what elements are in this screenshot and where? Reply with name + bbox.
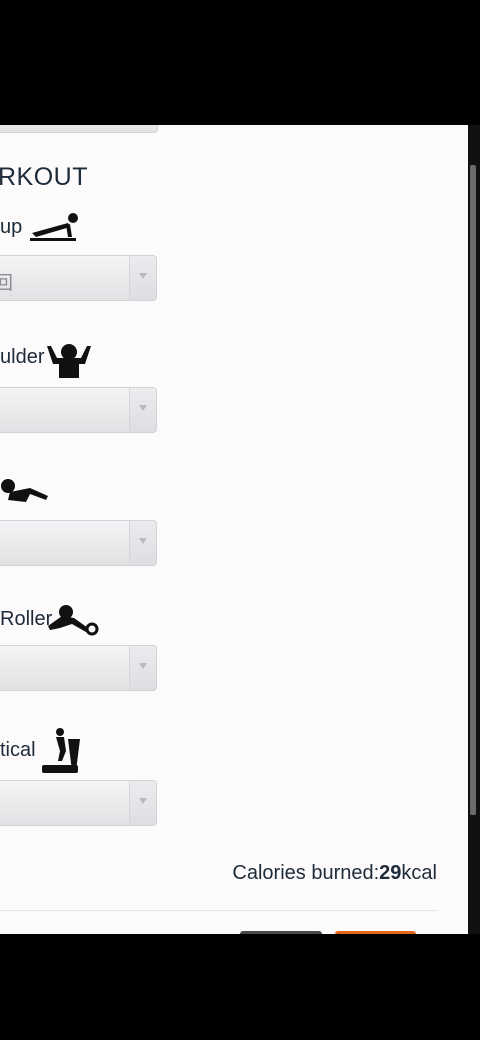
- calories-value: 29: [379, 862, 402, 884]
- chevron-down-icon[interactable]: [129, 388, 156, 432]
- pushup-icon: [30, 213, 78, 241]
- calories-burned: Calories burned:29kcal: [232, 862, 437, 885]
- situp-select[interactable]: [0, 520, 157, 566]
- ab-roller-select[interactable]: [0, 645, 157, 691]
- section-title: RKOUT: [0, 163, 88, 191]
- pushup-select[interactable]: 回: [0, 255, 157, 301]
- workout-panel: RKOUT up 回 ulder Roller tical Calories b…: [0, 125, 468, 934]
- scrollbar-thumb[interactable]: [470, 165, 476, 815]
- previous-select-edge[interactable]: [0, 125, 158, 133]
- calories-label: Calories burned:: [232, 862, 380, 884]
- ab-roller-icon: [48, 605, 99, 636]
- exercise-label-ab-roller: Roller: [0, 608, 53, 630]
- shoulder-icon: [47, 344, 91, 378]
- exercise-label-shoulder: ulder: [0, 346, 45, 368]
- bottom-black-bar: [0, 934, 480, 1040]
- chevron-down-icon[interactable]: [129, 781, 156, 825]
- chevron-down-icon[interactable]: [129, 646, 156, 690]
- situp-icon: [1, 479, 48, 502]
- calories-unit: kcal: [401, 862, 437, 884]
- exercise-label-pushup: up: [0, 216, 23, 238]
- chevron-down-icon[interactable]: [129, 256, 156, 300]
- exercise-label-elliptical: tical: [0, 739, 36, 761]
- pushup-select-value: 回: [0, 273, 14, 294]
- chevron-down-icon[interactable]: [129, 521, 156, 565]
- elliptical-select[interactable]: [0, 780, 157, 826]
- divider: [0, 910, 437, 911]
- shoulder-select[interactable]: [0, 387, 157, 433]
- elliptical-icon: [42, 728, 80, 773]
- top-black-bar: [0, 0, 480, 125]
